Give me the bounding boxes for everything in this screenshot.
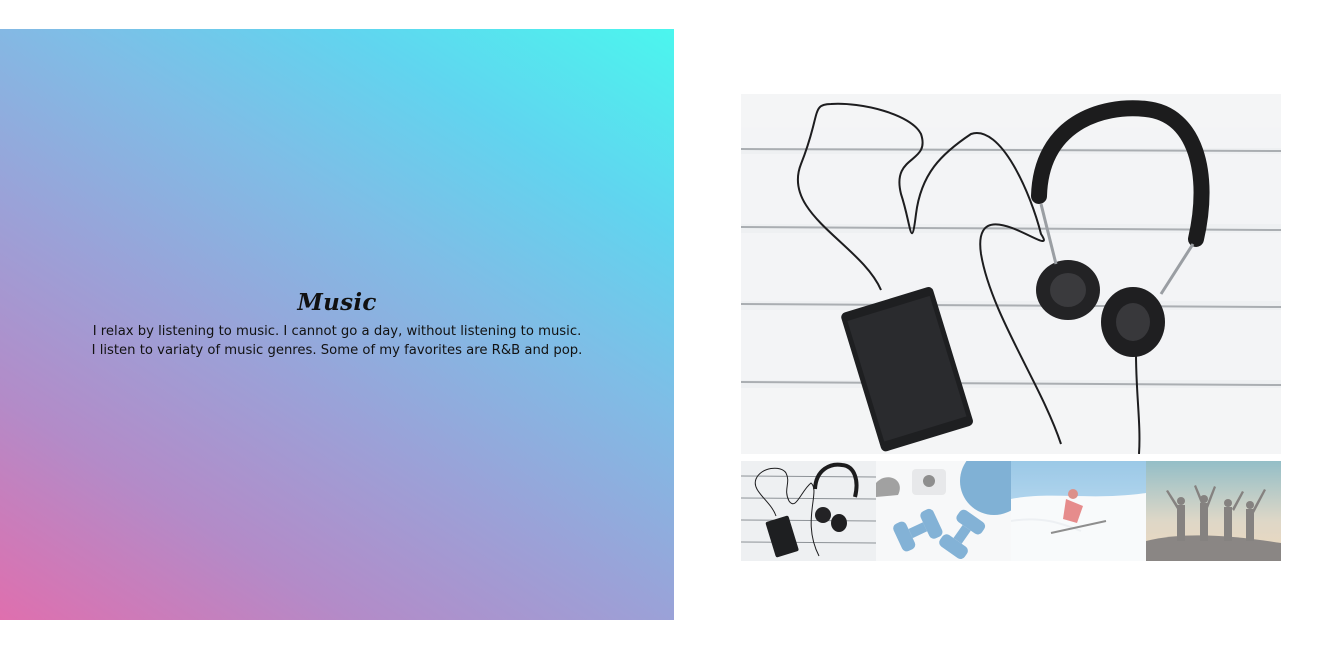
headphones-and-phone-photo — [741, 461, 876, 561]
hobby-description-line-2: I listen to variaty of music genres. Som… — [91, 343, 583, 358]
friends-silhouette-photo — [1146, 461, 1281, 561]
page: Music I relax by listening to music. I c… — [0, 0, 1333, 646]
headphones-and-phone-photo — [741, 94, 1281, 454]
thumbnail-friends[interactable] — [1146, 461, 1281, 561]
thumbnail-dumbbells[interactable] — [876, 461, 1011, 561]
thumbnail-headphones[interactable] — [741, 461, 876, 561]
main-gallery-image — [741, 94, 1281, 454]
thumbnail-skier[interactable] — [1011, 461, 1146, 561]
skier-photo — [1011, 461, 1146, 561]
hobby-description-line-1: I relax by listening to music. I cannot … — [92, 324, 582, 339]
hobby-panel: Music I relax by listening to music. I c… — [0, 29, 674, 620]
hobby-title: Music — [297, 289, 377, 316]
dumbbells-photo — [876, 461, 1011, 561]
thumbnail-strip — [741, 461, 1281, 561]
hobby-description: I relax by listening to music. I cannot … — [57, 322, 617, 360]
